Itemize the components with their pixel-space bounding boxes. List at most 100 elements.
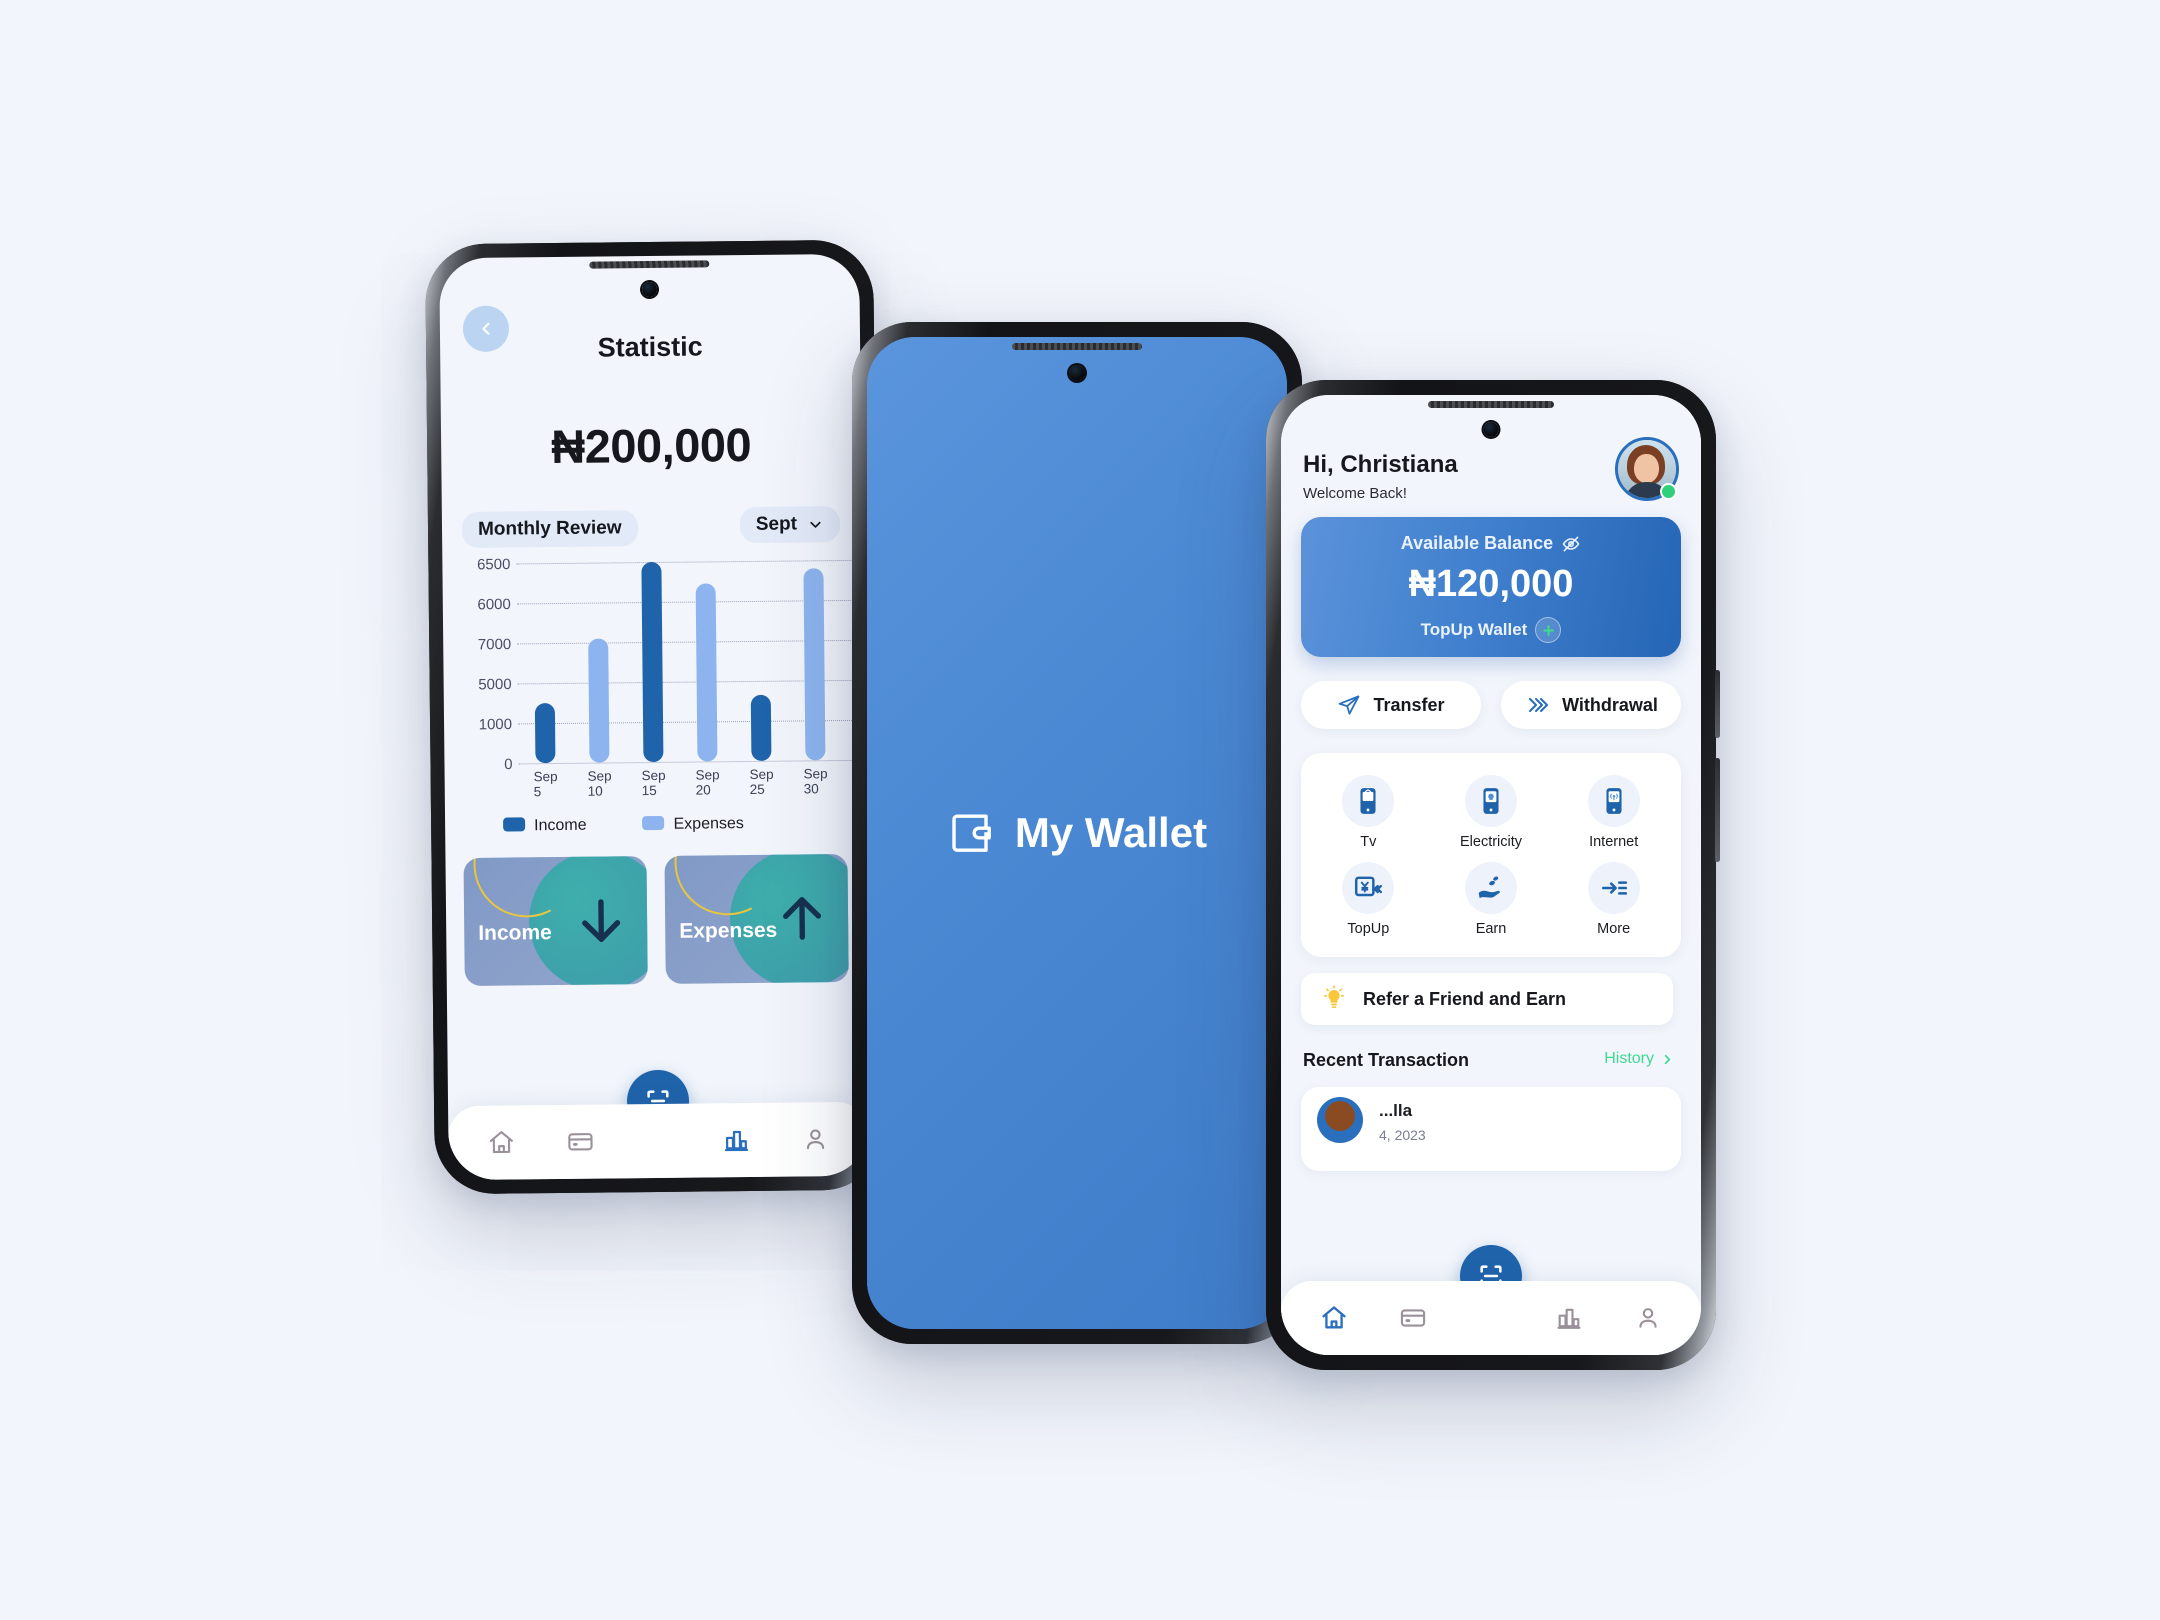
topup-wallet-button[interactable]: TopUp Wallet [1301, 617, 1681, 643]
phone-bulb-icon [1465, 775, 1517, 827]
transfer-button[interactable]: Transfer [1301, 681, 1481, 729]
services-grid: Tv Electricity Internet TopUp Earn More [1301, 753, 1681, 957]
withdrawal-button[interactable]: Withdrawal [1501, 681, 1681, 729]
chart-plot-area: 6500 6000 7000 5000 1000 0 Sep 5 Sep 10 … [477, 556, 865, 799]
more-arrow-icon [1587, 862, 1640, 914]
greeting: Hi, Christiana [1303, 451, 1458, 478]
services-row: Tv Electricity Internet [1307, 769, 1675, 856]
avatar-face [1634, 454, 1659, 483]
service-label: More [1597, 921, 1631, 937]
service-earn[interactable]: Earn [1430, 856, 1553, 943]
nav-profile[interactable] [789, 1113, 842, 1166]
nav-profile[interactable] [1622, 1292, 1674, 1344]
service-label: Internet [1589, 834, 1639, 850]
monthly-review-label: Monthly Review [461, 510, 638, 548]
home-icon [490, 1131, 514, 1154]
history-label: History [1604, 1050, 1654, 1067]
total-amount: ₦200,000 [550, 417, 752, 474]
gridline: 6500 [477, 556, 863, 573]
nav-statistics[interactable] [711, 1114, 764, 1167]
chart-legend: Income Expenses [503, 815, 744, 836]
service-more[interactable]: More [1552, 856, 1675, 943]
service-topup[interactable]: TopUp [1307, 856, 1430, 943]
nav-statistics[interactable] [1543, 1292, 1595, 1344]
earpiece-speaker [589, 260, 710, 269]
chart-bar: Sep 25 [750, 694, 774, 797]
bar-chart-icon [725, 1130, 749, 1152]
chart-bar: Sep 15 [641, 561, 666, 798]
nav-cards[interactable] [1387, 1292, 1439, 1344]
nav-home[interactable] [1308, 1292, 1360, 1344]
screenshot-stage: Statistic ₦200,000 Monthly Review Sept 6… [0, 0, 2160, 1620]
service-label: Tv [1360, 834, 1377, 850]
balance-card: Available Balance ₦120,000 TopUp Wallet [1301, 517, 1681, 657]
x-tick-label: Sep 30 [803, 766, 828, 797]
income-card[interactable]: Income [463, 856, 648, 986]
earpiece-speaker [1012, 343, 1142, 350]
service-label: Earn [1475, 921, 1507, 937]
expenses-card[interactable]: Expenses [664, 853, 849, 984]
nav-home[interactable] [475, 1116, 528, 1169]
service-label: TopUp [1347, 921, 1390, 937]
y-tick-label: 5000 [478, 675, 512, 694]
legend-label-expenses: Expenses [673, 815, 744, 833]
x-tick-label: Sep 15 [641, 767, 666, 799]
refer-a-friend-banner[interactable]: Refer a Friend and Earn [1301, 973, 1673, 1025]
splash-content: My Wallet [867, 337, 1287, 1329]
transfer-label: Transfer [1373, 694, 1445, 715]
sub-greeting: Welcome Back! [1303, 485, 1407, 502]
income-card-label: Income [478, 921, 552, 945]
history-link[interactable]: History [1604, 1050, 1675, 1068]
transaction-date: 4, 2023 [1379, 1127, 1426, 1143]
expenses-card-label: Expenses [679, 918, 778, 943]
bar-chart-icon [1557, 1308, 1581, 1329]
credit-card-icon [567, 1133, 593, 1151]
front-camera [1069, 365, 1085, 381]
nav-cards[interactable] [554, 1116, 607, 1169]
person-icon [1639, 1308, 1657, 1328]
y-tick-label: 7000 [477, 635, 512, 654]
bottom-navigation [448, 1101, 869, 1181]
x-tick-label: Sep 25 [749, 766, 774, 798]
status-dot [1660, 483, 1677, 500]
yen-topup-icon [1342, 862, 1395, 914]
month-selector-value: Sept [755, 513, 798, 535]
service-tv[interactable]: Tv [1307, 769, 1430, 856]
transaction-name: ...lla [1379, 1101, 1413, 1120]
y-tick-label: 0 [504, 755, 513, 774]
front-camera [641, 281, 658, 298]
phone-right-home: Hi, Christiana Welcome Back! Available B… [1266, 380, 1720, 1370]
table-row[interactable]: ...lla 4, 2023 [1301, 1087, 1681, 1171]
chart-bar: Sep 10 [588, 638, 612, 799]
balance-label-row: Available Balance [1301, 533, 1681, 554]
y-tick-label: 6500 [476, 555, 511, 574]
volume-button [1715, 758, 1720, 862]
person-icon [806, 1129, 824, 1150]
legend-swatch-income [503, 817, 526, 832]
phone-tv-icon [1342, 775, 1395, 827]
bottom-navigation [1281, 1281, 1701, 1355]
home-icon [1322, 1306, 1346, 1329]
y-tick-label: 1000 [478, 715, 513, 734]
service-internet[interactable]: Internet [1552, 769, 1675, 856]
transaction-avatar [1317, 1097, 1363, 1143]
chart-bar: Sep 5 [534, 703, 558, 799]
x-tick-label: Sep 20 [695, 767, 720, 798]
earpiece-speaker [1428, 401, 1554, 408]
service-electricity[interactable]: Electricity [1430, 769, 1553, 856]
page-title: Statistic [597, 331, 703, 363]
app-name: My Wallet [1014, 809, 1208, 856]
x-tick-label: Sep 5 [533, 769, 558, 800]
eye-off-icon[interactable] [1561, 534, 1581, 554]
side-button [1715, 670, 1720, 738]
balance-label: Available Balance [1400, 533, 1554, 553]
phone-wifi-icon [1587, 775, 1640, 827]
phone-middle-screen: My Wallet [867, 337, 1287, 1329]
plus-icon [1535, 617, 1562, 643]
legend-item-expenses: Expenses [642, 815, 744, 834]
monthly-review-text: Monthly Review [477, 517, 622, 540]
nav-scan-placeholder [1465, 1292, 1517, 1344]
nav-scan-placeholder [632, 1115, 685, 1168]
month-selector[interactable]: Sept [739, 506, 841, 544]
refer-label: Refer a Friend and Earn [1363, 988, 1567, 1009]
